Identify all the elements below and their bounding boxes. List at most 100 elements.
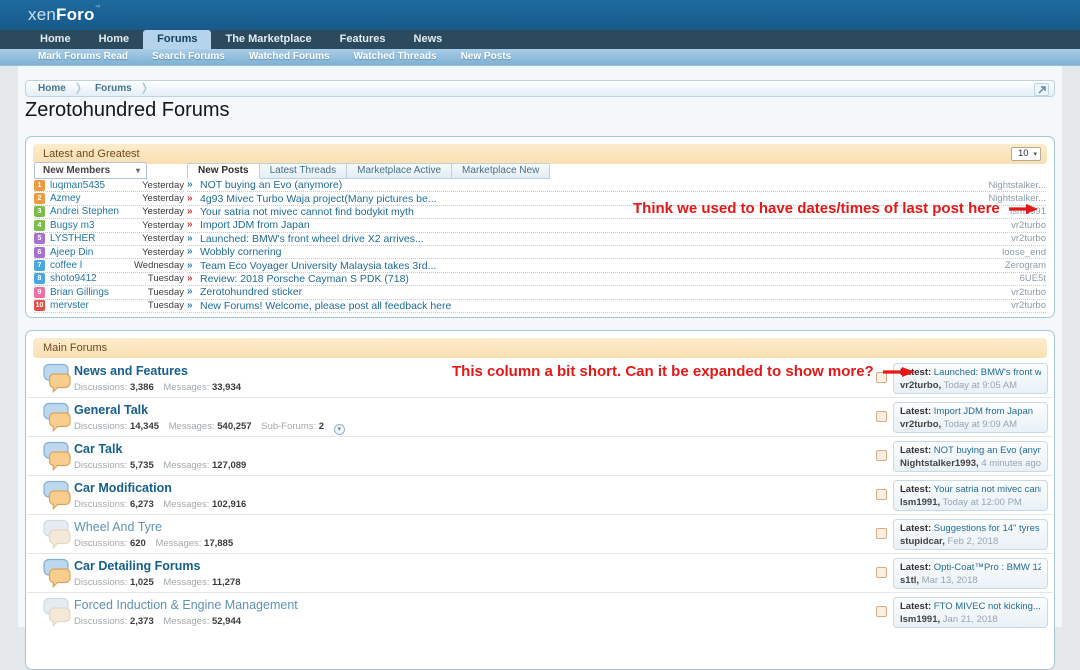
post-last-user[interactable]: Zerogram bbox=[995, 260, 1046, 271]
tab-new-posts[interactable]: New Posts bbox=[187, 163, 260, 179]
latest-thread-link[interactable]: Suggestions for 14" tyres bbox=[934, 523, 1040, 534]
forum-row: Wheel And Tyre Discussions: 620 Messages… bbox=[27, 515, 1053, 554]
forum-stats: Discussions: 2,373 Messages: 52,944 bbox=[74, 616, 248, 627]
nav-tab-features[interactable]: Features bbox=[326, 30, 400, 49]
subnav-mark-forums-read[interactable]: Mark Forums Read bbox=[26, 49, 140, 65]
tab-latest-threads[interactable]: Latest Threads bbox=[260, 163, 348, 179]
forum-row: Car Talk Discussions: 5,735 Messages: 12… bbox=[27, 437, 1053, 476]
latest-thread-link[interactable]: FTO MIVEC not kicking...I am m... bbox=[934, 601, 1041, 612]
page-icon bbox=[876, 528, 887, 539]
forum-title-link[interactable]: Car Talk bbox=[74, 442, 122, 456]
member-rank-badge: 3 bbox=[34, 206, 45, 217]
post-title-link[interactable]: 4g93 Mivec Turbo Waja project(Many pictu… bbox=[200, 193, 437, 205]
forum-stats: Discussions: 5,735 Messages: 127,089 bbox=[74, 460, 253, 471]
post-title-link[interactable]: Team Eco Voyager University Malaysia tak… bbox=[200, 260, 436, 272]
caret-down-icon: ▾ bbox=[1033, 148, 1037, 161]
subforums-caret-icon[interactable]: ▾ bbox=[334, 424, 345, 435]
member-link[interactable]: coffee l bbox=[50, 260, 134, 271]
member-link[interactable]: Brian Gillings bbox=[50, 287, 148, 298]
latest-user-link[interactable]: s1tl, bbox=[900, 575, 919, 586]
list-item: 5 LYSTHER Yesterday bbox=[34, 233, 184, 246]
latest-post-wrap: Latest: Import JDM from Japan vr2turbo, … bbox=[876, 402, 1048, 433]
member-link[interactable]: mervster bbox=[50, 300, 148, 311]
forum-row: Car Modification Discussions: 6,273 Mess… bbox=[27, 476, 1053, 515]
forum-title-link[interactable]: Forced Induction & Engine Management bbox=[74, 598, 298, 612]
list-item: » Team Eco Voyager University Malaysia t… bbox=[187, 259, 1046, 272]
breadcrumb: Home ❭ Forums ❭ bbox=[25, 80, 1055, 97]
subnav-search-forums[interactable]: Search Forums bbox=[140, 49, 237, 65]
latest-user-link[interactable]: stupidcar, bbox=[900, 536, 945, 547]
subnav-watched-forums[interactable]: Watched Forums bbox=[237, 49, 342, 65]
latest-user-link[interactable]: vr2turbo, bbox=[900, 380, 941, 391]
latest-thread-link[interactable]: Your satria not mivec cannot fi... bbox=[934, 484, 1041, 495]
member-link[interactable]: Bugsy m3 bbox=[50, 220, 142, 231]
nav-tab-home-1[interactable]: Home bbox=[26, 30, 85, 49]
subnav-new-posts[interactable]: New Posts bbox=[449, 49, 524, 65]
member-join-day: Yesterday bbox=[142, 206, 184, 217]
tab-marketplace-active[interactable]: Marketplace Active bbox=[347, 163, 452, 179]
forum-title-link[interactable]: Wheel And Tyre bbox=[74, 520, 162, 534]
post-title-link[interactable]: Launched: BMW's front wheel drive X2 arr… bbox=[200, 233, 424, 245]
breadcrumb-forums[interactable]: Forums bbox=[83, 83, 140, 94]
jump-to-bottom-button[interactable] bbox=[1034, 83, 1049, 96]
new-members-dropdown[interactable]: New Members ▾ bbox=[34, 162, 147, 179]
member-link[interactable]: LYSTHER bbox=[50, 233, 142, 244]
latest-user-link[interactable]: lsm1991, bbox=[900, 614, 940, 625]
list-item: 7 coffee l Wednesday bbox=[34, 259, 184, 272]
member-link[interactable]: Andrei Stephen bbox=[50, 206, 142, 217]
forum-title-link[interactable]: Car Modification bbox=[74, 481, 172, 495]
latest-thread-link[interactable]: Launched: BMW's front wheel dr... bbox=[934, 367, 1041, 378]
nav-tab-home-2[interactable]: Home bbox=[85, 30, 144, 49]
list-item: 1 luqman5435 Yesterday bbox=[34, 179, 184, 192]
forum-row: Forced Induction & Engine Management Dis… bbox=[27, 593, 1053, 632]
forum-title-link[interactable]: News and Features bbox=[74, 364, 188, 378]
latest-thread-link[interactable]: Import JDM from Japan bbox=[934, 406, 1033, 417]
post-last-user[interactable]: vr2turbo bbox=[1001, 287, 1046, 298]
post-title-link[interactable]: Import JDM from Japan bbox=[200, 219, 310, 231]
post-last-user[interactable]: vr2turbo bbox=[1001, 233, 1046, 244]
forum-title-link[interactable]: General Talk bbox=[74, 403, 148, 417]
main-forums-header: Main Forums bbox=[33, 338, 1047, 358]
post-title-link[interactable]: NOT buying an Evo (anymore) bbox=[200, 179, 342, 191]
post-last-user[interactable]: vr2turbo bbox=[1001, 220, 1046, 231]
member-link[interactable]: shoto9412 bbox=[50, 273, 148, 284]
post-last-user[interactable]: 6UE5t bbox=[1010, 273, 1046, 284]
annotation-text: Think we used to have dates/times of las… bbox=[633, 200, 1000, 217]
subnav-watched-threads[interactable]: Watched Threads bbox=[342, 49, 449, 65]
nav-tab-forums[interactable]: Forums bbox=[143, 30, 211, 49]
nav-tab-marketplace[interactable]: The Marketplace bbox=[211, 30, 325, 49]
latest-post-box: Latest: FTO MIVEC not kicking...I am m..… bbox=[893, 597, 1048, 628]
post-title-link[interactable]: Your satria not mivec cannot find bodyki… bbox=[200, 206, 414, 218]
double-chevron-icon: » bbox=[187, 300, 200, 312]
logo-text-xen: xen bbox=[28, 5, 56, 24]
post-title-link[interactable]: Wobbly cornering bbox=[200, 246, 282, 258]
member-link[interactable]: luqman5435 bbox=[50, 180, 142, 191]
messages-label: Messages: bbox=[155, 538, 201, 549]
page-size-select[interactable]: 10 ▾ bbox=[1011, 147, 1041, 161]
latest-thread-link[interactable]: NOT buying an Evo (anymore) bbox=[934, 445, 1041, 456]
discussions-count: 1,025 bbox=[130, 577, 154, 588]
member-link[interactable]: Azmey bbox=[50, 193, 142, 204]
forum-title-link[interactable]: Car Detailing Forums bbox=[74, 559, 200, 573]
list-item: » Launched: BMW's front wheel drive X2 a… bbox=[187, 233, 1046, 246]
latest-user-link[interactable]: lsm1991, bbox=[900, 497, 940, 508]
messages-label: Messages: bbox=[163, 616, 209, 627]
forum-stats: Discussions: 620 Messages: 17,885 bbox=[74, 538, 240, 549]
post-title-link[interactable]: Zerotohundred sticker bbox=[200, 286, 302, 298]
latest-user-link[interactable]: Nightstalker1993, bbox=[900, 458, 979, 469]
post-last-user[interactable]: Nightstalker... bbox=[978, 180, 1046, 191]
tab-marketplace-new[interactable]: Marketplace New bbox=[452, 163, 550, 179]
latest-user-link[interactable]: vr2turbo, bbox=[900, 419, 941, 430]
post-last-user[interactable]: vr2turbo bbox=[1001, 300, 1046, 311]
post-title-link[interactable]: Review: 2018 Porsche Cayman S PDK (718) bbox=[200, 273, 409, 285]
post-title-link[interactable]: New Forums! Welcome, please post all fee… bbox=[200, 300, 451, 312]
latest-thread-link[interactable]: Opti-Coat™Pro : BMW 120i Metal... bbox=[934, 562, 1041, 573]
post-last-user[interactable]: loose_end bbox=[992, 247, 1046, 258]
latest-block-title: Latest and Greatest bbox=[43, 148, 140, 160]
nav-tab-news[interactable]: News bbox=[400, 30, 457, 49]
member-link[interactable]: Ajeep Din bbox=[50, 247, 142, 258]
forum-stats: Discussions: 1,025 Messages: 11,278 bbox=[74, 577, 248, 588]
discussions-label: Discussions: bbox=[74, 577, 127, 588]
breadcrumb-home[interactable]: Home bbox=[26, 83, 74, 94]
xenforo-logo[interactable]: xenForo™ bbox=[28, 5, 101, 25]
